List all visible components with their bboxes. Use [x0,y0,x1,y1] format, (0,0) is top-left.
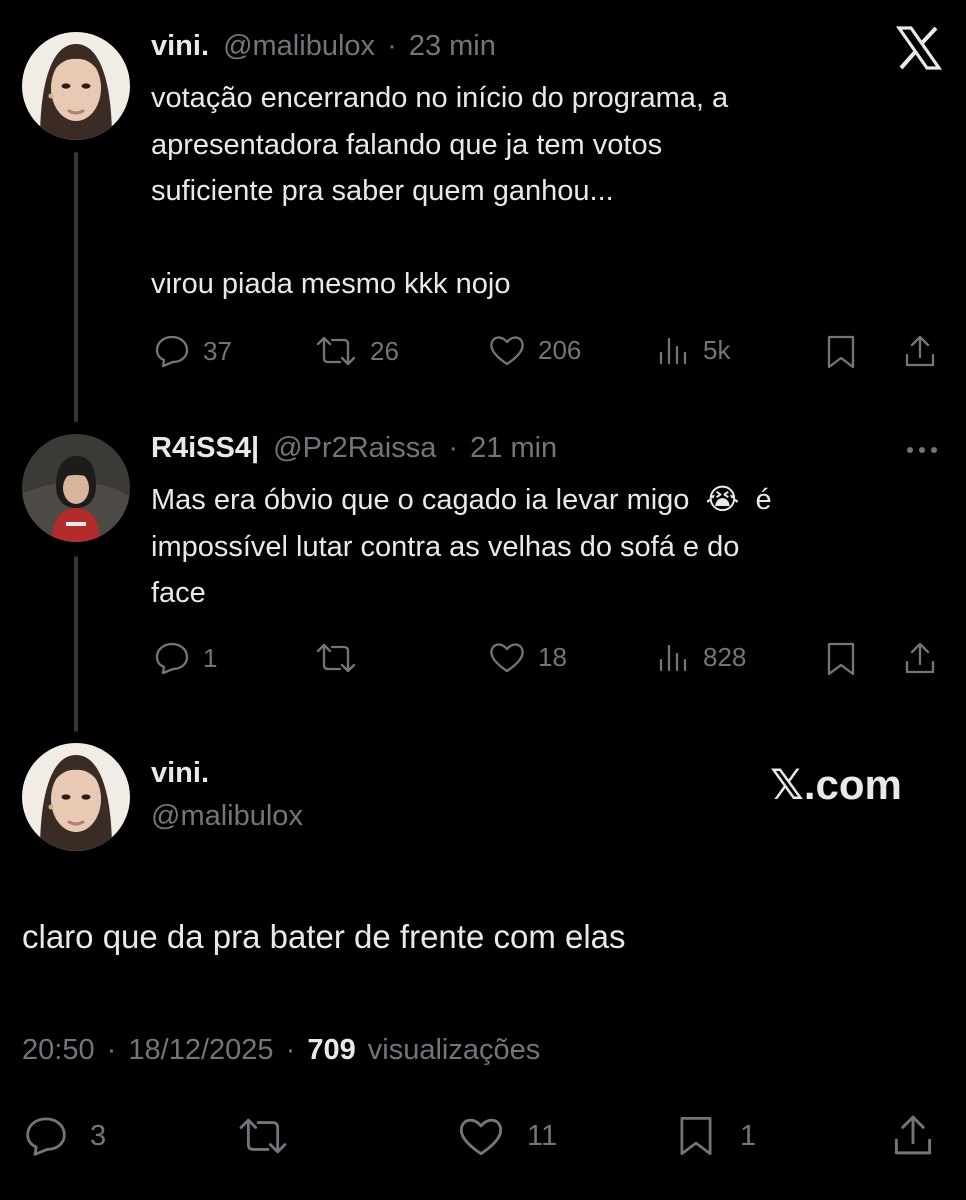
bookmark-icon [827,335,855,369]
reply-icon [155,335,189,368]
more-options-button[interactable] [904,440,940,460]
like-count: 206 [538,334,582,365]
tweet-line-text: é [755,484,772,516]
dot-separator: · [285,1034,296,1066]
share-icon [894,1115,932,1155]
author-handle[interactable]: @malibulox [151,800,303,833]
tweet3-text: claro que da pra bater de frente com ela… [22,918,626,955]
heart-icon [490,336,524,366]
tweet-line: suficiente pra saber quem ganhou... [151,175,614,207]
dot-separator: · [106,1034,117,1066]
reply-count: 3 [90,1119,107,1152]
analytics-icon [659,644,687,672]
reply-button[interactable]: 1 [153,640,217,676]
views-button[interactable]: 5k [657,333,730,367]
tweet-time[interactable]: 21 min [470,432,557,464]
author-handle[interactable]: @Pr2Raissa [273,432,436,464]
analytics-icon [659,337,687,365]
tweet1-text: votação encerrando no início do programa… [151,75,931,307]
like-count: 18 [538,641,567,672]
tweet-time[interactable]: 23 min [409,30,496,62]
tweet-line: votação encerrando no início do programa… [151,82,729,114]
author-handle[interactable]: @malibulox [223,30,375,62]
like-button[interactable]: 206 [488,333,581,367]
tweet-line: impossível lutar contra as velhas do sof… [151,530,740,563]
views-count: 5k [703,334,731,365]
tweet3-timestamp: 20:50 · 18/12/2025 · 709 visualizações [22,1034,540,1067]
reply-count: 37 [203,335,232,366]
bookmark-icon [680,1117,712,1155]
retweet-button[interactable]: 26 [314,333,399,369]
tweet2-meta: R4iSS4| @Pr2Raissa · 21 min [151,432,557,465]
like-button[interactable]: 11 [457,1114,557,1158]
share-button[interactable] [902,640,938,676]
dot-separator: · [448,432,459,464]
dot-separator: · [387,30,397,62]
crying-emoji: 😭 [705,484,740,516]
retweet-icon [316,643,356,673]
share-button[interactable] [890,1112,936,1158]
like-count: 11 [527,1119,558,1152]
views-count: 828 [703,641,747,672]
bookmark-button[interactable] [824,333,858,371]
avatar[interactable] [22,743,130,851]
retweet-icon [239,1118,287,1154]
views-label: visualizações [367,1034,541,1066]
reply-button[interactable]: 37 [153,333,232,369]
thread-line [74,152,78,422]
reply-icon [155,642,189,675]
tweet-line: Mas era óbvio que o cagado ia levar migo… [151,477,941,524]
share-button[interactable] [902,333,938,369]
tweet-line: virou piada mesmo kkk nojo [151,267,511,300]
retweet-button[interactable] [314,640,370,676]
reply-icon [26,1117,66,1156]
tweet-line: face [151,577,206,609]
retweet-button[interactable] [236,1114,302,1158]
xcom-watermark: 𝕏.com [770,761,902,808]
bookmark-count: 1 [740,1119,757,1152]
heart-icon [490,643,524,673]
tweet-date[interactable]: 18/12/2025 [128,1034,273,1066]
share-icon [905,335,935,367]
share-icon [905,642,935,674]
like-button[interactable]: 18 [488,640,567,674]
views-count: 709 [307,1034,356,1066]
reply-count: 1 [203,642,218,673]
retweet-count: 26 [370,335,399,366]
tweet-line: apresentadora falando que ja tem votos [151,128,663,161]
tweet-line-text: Mas era óbvio que o cagado ia levar migo [151,484,690,516]
retweet-icon [316,336,356,366]
views-button[interactable]: 828 [657,640,746,674]
bookmark-button[interactable] [824,640,858,678]
more-icon [907,447,937,453]
bookmark-icon [827,642,855,676]
tweet2-text: Mas era óbvio que o cagado ia levar migo… [151,477,941,617]
avatar[interactable] [22,32,130,140]
author-name[interactable]: vini. [151,30,209,62]
tweet-time[interactable]: 20:50 [22,1034,95,1066]
thread-line [74,556,78,732]
author-name[interactable]: R4iSS4| [151,432,259,464]
tweet1-meta: vini. @malibulox · 23 min [151,30,496,63]
author-name[interactable]: vini. [151,757,209,790]
heart-icon [459,1118,503,1156]
x-logo-icon[interactable] [895,26,943,70]
avatar[interactable] [22,434,130,542]
bookmark-button[interactable]: 1 [676,1112,756,1160]
reply-button[interactable]: 3 [22,1114,106,1158]
